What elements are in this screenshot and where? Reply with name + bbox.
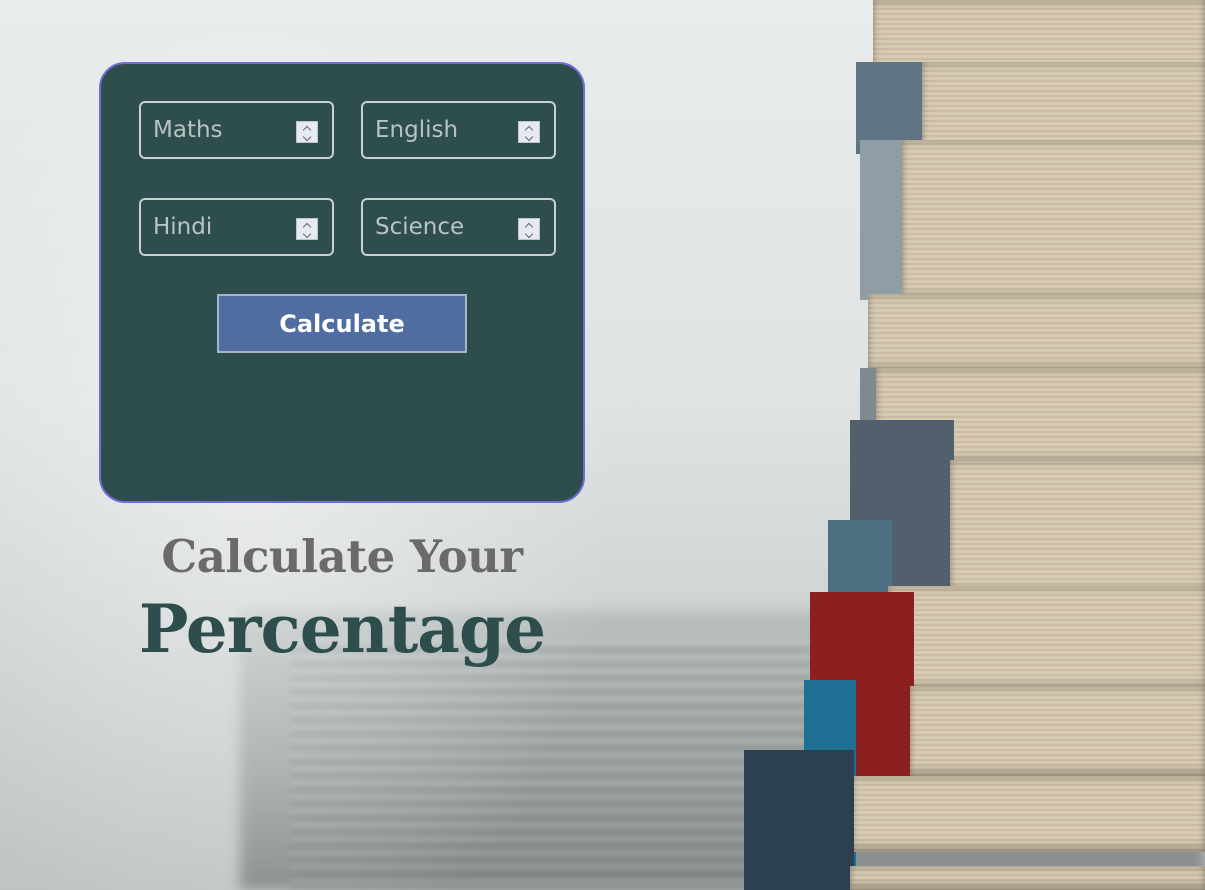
book (868, 294, 1205, 372)
science-marks-input[interactable]: Science (361, 198, 556, 256)
book (860, 140, 1205, 300)
heading-line-2: Percentage (138, 590, 546, 668)
spinner-icon[interactable] (518, 218, 540, 240)
spinner-icon[interactable] (518, 121, 540, 143)
science-marks-value: Science (375, 214, 465, 240)
spinner-icon[interactable] (296, 121, 318, 143)
english-marks-input[interactable]: English (361, 101, 556, 159)
book (744, 750, 1205, 890)
calculator-card: Maths English Hindi Science (99, 62, 585, 503)
english-marks-value: English (375, 117, 459, 143)
spinner-icon[interactable] (296, 218, 318, 240)
hindi-marks-input[interactable]: Hindi (139, 198, 334, 256)
maths-marks-input[interactable]: Maths (139, 101, 334, 159)
book-stack-image (740, 0, 1205, 890)
maths-marks-value: Maths (153, 117, 223, 143)
heading-line-1: Calculate Your (161, 530, 523, 583)
calculate-button[interactable]: Calculate (217, 294, 467, 353)
hindi-marks-value: Hindi (153, 214, 213, 240)
